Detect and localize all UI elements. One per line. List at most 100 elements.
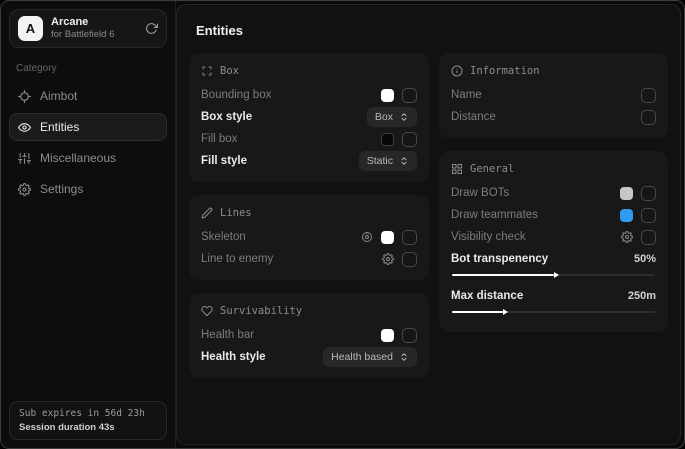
survivability-card-header: Survivability	[201, 305, 417, 317]
sidebar-item-aimbot[interactable]: Aimbot	[9, 82, 167, 110]
app-logo: A	[18, 16, 43, 41]
grid-icon	[451, 163, 463, 175]
setting-label: Health style	[201, 351, 266, 363]
chevrons-up-down-icon	[399, 352, 409, 362]
row-box-style: Box style Box	[201, 106, 417, 128]
setting-label: Fill style	[201, 155, 247, 167]
draw-bots-color-swatch[interactable]	[620, 187, 633, 200]
box-card: Box Bounding box Box style Box	[189, 53, 429, 182]
bounding-box-color-swatch[interactable]	[381, 89, 394, 102]
health-style-dropdown[interactable]: Health based	[323, 347, 417, 367]
setting-label: Visibility check	[451, 231, 526, 243]
line-to-enemy-settings-gear-icon[interactable]	[382, 253, 394, 265]
session-duration: Session duration 43s	[19, 422, 157, 433]
dropdown-value: Box	[375, 111, 393, 123]
sidebar-item-label: Miscellaneous	[40, 151, 116, 165]
name-checkbox[interactable]	[641, 88, 656, 103]
row-bot-transparency: Bot transpenency 50%	[451, 248, 656, 270]
visibility-check-settings-gear-icon[interactable]	[621, 231, 633, 243]
page-title: Entities	[196, 23, 668, 38]
category-label: Category	[16, 63, 167, 74]
information-card: Information Name Distance	[439, 53, 668, 138]
box-style-dropdown[interactable]: Box	[367, 107, 417, 127]
sidebar-item-label: Entities	[40, 120, 79, 134]
row-bounding-box: Bounding box	[201, 84, 417, 106]
sidebar-item-label: Settings	[40, 182, 83, 196]
info-icon	[451, 65, 463, 77]
draw-teammates-color-swatch[interactable]	[620, 209, 633, 222]
draw-teammates-checkbox[interactable]	[641, 208, 656, 223]
row-visibility-check: Visibility check	[451, 226, 656, 248]
information-card-header: Information	[451, 65, 656, 77]
setting-label: Distance	[451, 111, 496, 123]
card-title: Lines	[220, 207, 252, 219]
row-health-bar: Health bar	[201, 324, 417, 346]
subscription-expiry: Sub expires in 56d 23h	[19, 408, 157, 419]
setting-label: Line to enemy	[201, 253, 273, 265]
row-line-to-enemy: Line to enemy	[201, 248, 417, 270]
app-window: A Arcane for Battlefield 6 Category Aimb…	[0, 0, 685, 449]
box-corners-icon	[201, 65, 213, 77]
max-distance-value: 250m	[628, 290, 656, 302]
card-title: General	[470, 163, 514, 175]
sidebar-item-settings[interactable]: Settings	[9, 175, 167, 203]
fill-box-checkbox[interactable]	[402, 132, 417, 147]
fill-style-dropdown[interactable]: Static	[359, 151, 417, 171]
crosshair-icon	[18, 90, 31, 103]
setting-label: Bot transpenency	[451, 253, 548, 265]
row-health-style: Health style Health based	[201, 346, 417, 368]
sidebar-item-label: Aimbot	[40, 89, 77, 103]
setting-label: Name	[451, 89, 482, 101]
lines-card: Lines Skeleton Line to enem	[189, 195, 429, 280]
card-title: Survivability	[220, 305, 302, 317]
row-name: Name	[451, 84, 656, 106]
skeleton-settings-gear-icon[interactable]	[361, 231, 373, 243]
row-draw-teammates: Draw teammates	[451, 204, 656, 226]
row-distance: Distance	[451, 106, 656, 128]
fill-box-color-swatch[interactable]	[381, 133, 394, 146]
app-subtitle: for Battlefield 6	[51, 29, 114, 40]
skeleton-color-swatch[interactable]	[381, 231, 394, 244]
general-card-header: General	[451, 163, 656, 175]
bot-transparency-slider[interactable]	[452, 271, 655, 280]
refresh-icon[interactable]	[145, 22, 158, 35]
bot-transparency-value: 50%	[634, 253, 656, 265]
sidebar: A Arcane for Battlefield 6 Category Aimb…	[1, 1, 176, 448]
setting-label: Max distance	[451, 290, 523, 302]
setting-label: Fill box	[201, 133, 237, 145]
general-card: General Draw BOTs Draw teammates	[439, 151, 668, 332]
draw-bots-checkbox[interactable]	[641, 186, 656, 201]
dropdown-value: Health based	[331, 351, 393, 363]
sidebar-item-entities[interactable]: Entities	[9, 113, 167, 141]
setting-label: Draw teammates	[451, 209, 538, 221]
chevrons-up-down-icon	[399, 112, 409, 122]
slider-fill	[452, 274, 554, 276]
row-max-distance: Max distance 250m	[451, 285, 656, 307]
setting-label: Bounding box	[201, 89, 271, 101]
row-skeleton: Skeleton	[201, 226, 417, 248]
dropdown-value: Static	[367, 155, 393, 167]
bounding-box-checkbox[interactable]	[402, 88, 417, 103]
heart-icon	[201, 305, 213, 317]
health-bar-checkbox[interactable]	[402, 328, 417, 343]
row-fill-box: Fill box	[201, 128, 417, 150]
health-bar-color-swatch[interactable]	[381, 329, 394, 342]
box-card-header: Box	[201, 65, 417, 77]
survivability-card: Survivability Health bar Health style	[189, 293, 429, 378]
setting-label: Health bar	[201, 329, 254, 341]
sidebar-item-miscellaneous[interactable]: Miscellaneous	[9, 144, 167, 172]
sliders-icon	[18, 152, 31, 165]
visibility-check-checkbox[interactable]	[641, 230, 656, 245]
max-distance-slider[interactable]	[452, 308, 655, 317]
skeleton-checkbox[interactable]	[402, 230, 417, 245]
row-fill-style: Fill style Static	[201, 150, 417, 172]
distance-checkbox[interactable]	[641, 110, 656, 125]
chevrons-up-down-icon	[399, 156, 409, 166]
card-title: Information	[470, 65, 540, 77]
eye-icon	[18, 121, 31, 134]
main-panel: Entities Box Bounding box	[176, 4, 681, 445]
app-name: Arcane	[51, 16, 114, 29]
subscription-card: Sub expires in 56d 23h Session duration …	[9, 401, 167, 440]
pencil-icon	[201, 207, 213, 219]
line-to-enemy-checkbox[interactable]	[402, 252, 417, 267]
